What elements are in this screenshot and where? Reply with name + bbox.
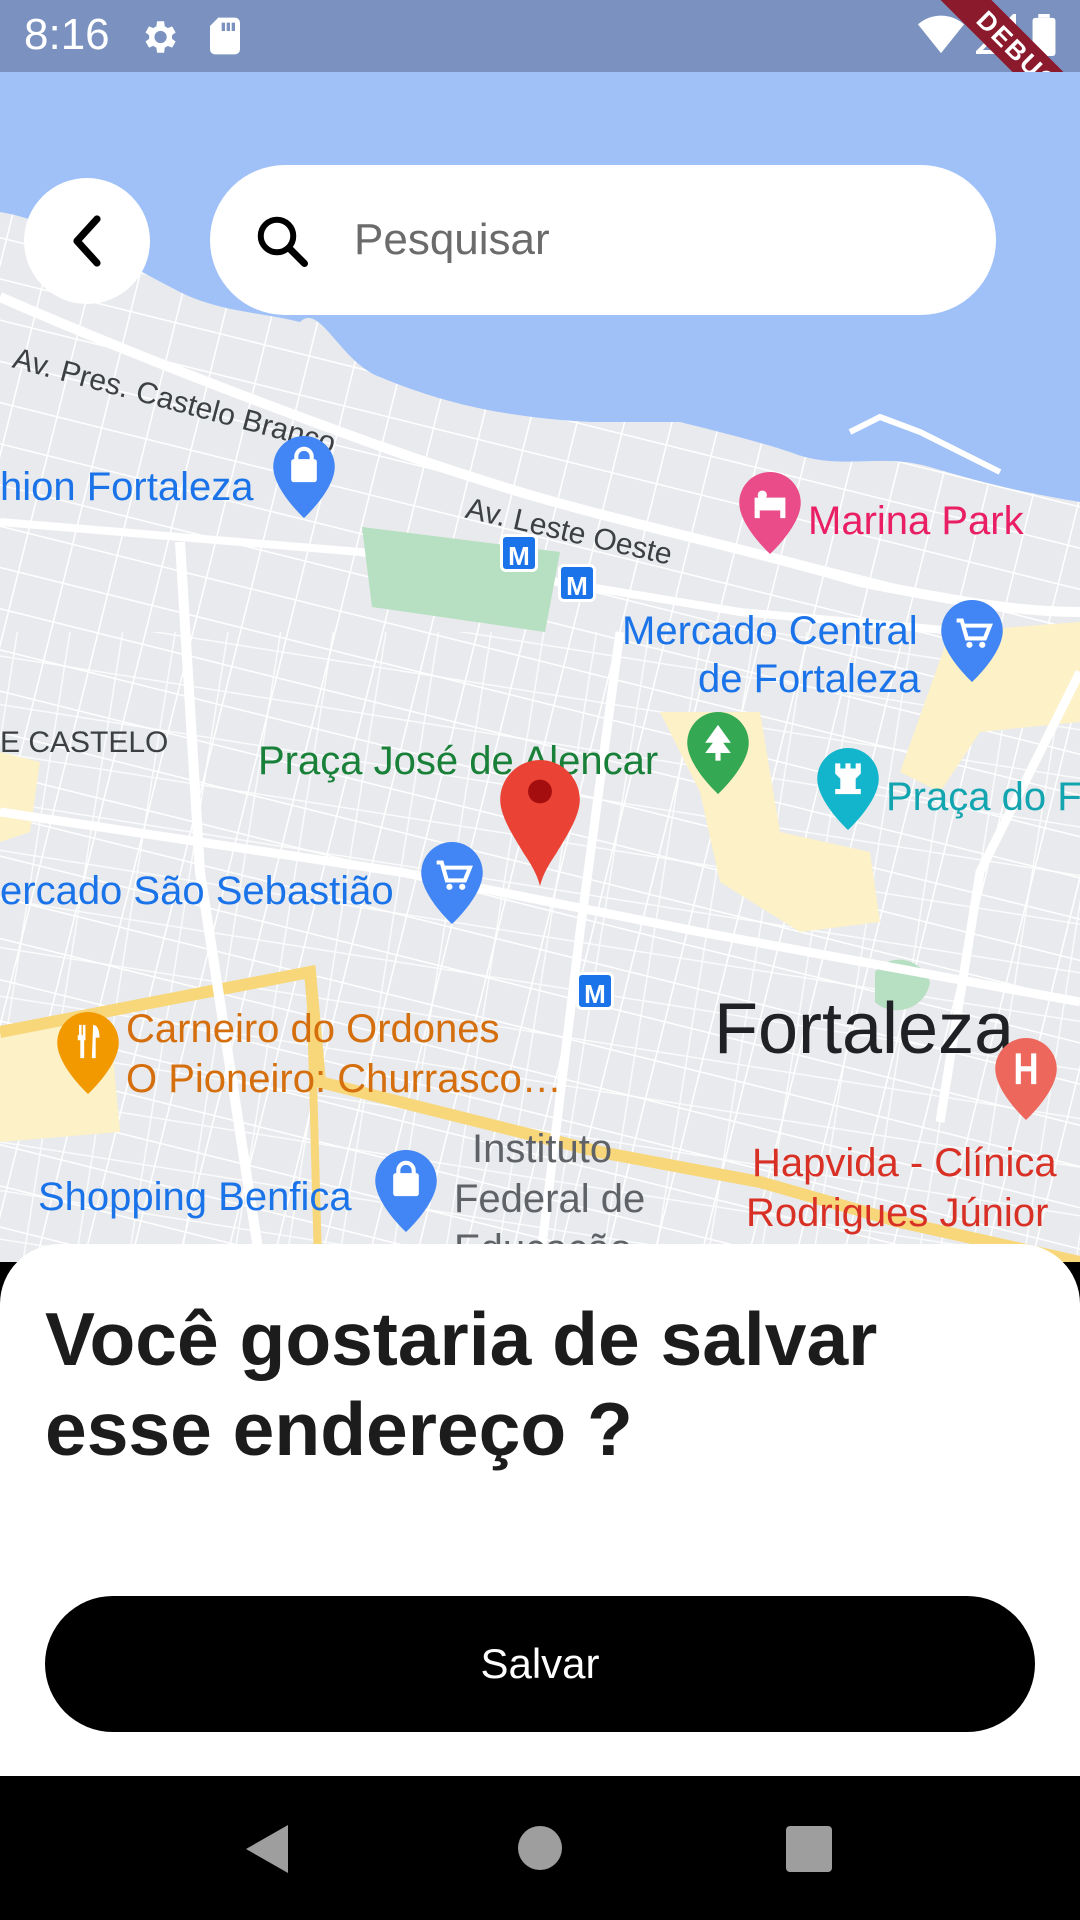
search-icon xyxy=(257,216,308,267)
search-input[interactable] xyxy=(354,205,954,275)
poi-label-instituto-1[interactable]: Instituto xyxy=(472,1126,612,1172)
status-bar: 8:16 DEBUG xyxy=(0,0,1080,72)
settings-icon xyxy=(145,21,176,53)
chevron-left-icon xyxy=(73,215,101,267)
poi-label-shopping-benfica[interactable]: Shopping Benfica xyxy=(38,1174,352,1220)
nav-recents-icon[interactable] xyxy=(786,1826,832,1872)
poi-label-marina-park[interactable]: Marina Park xyxy=(808,498,1024,544)
poi-label-instituto-2[interactable]: Federal de xyxy=(454,1176,645,1222)
metro-icon[interactable]: M xyxy=(558,564,596,602)
save-address-sheet: Você gostaria de salvar esse endereço ? … xyxy=(0,1244,1080,1776)
tree-icon[interactable] xyxy=(686,712,750,794)
selected-location-pin-icon[interactable] xyxy=(500,760,580,886)
save-button[interactable]: Salvar xyxy=(45,1596,1035,1732)
poi-label-hapvida-2[interactable]: Rodrigues Júnior xyxy=(746,1190,1048,1236)
poi-label-hapvida-1[interactable]: Hapvida - Clínica xyxy=(752,1140,1057,1186)
poi-label-carneiro-2[interactable]: O Pioneiro: Churrasco… xyxy=(126,1056,562,1102)
poi-label-fashion-fortaleza[interactable]: hion Fortaleza xyxy=(0,464,253,510)
city-label-fortaleza: Fortaleza xyxy=(714,989,1015,1069)
poi-label-carneiro-1[interactable]: Carneiro do Ordones xyxy=(126,1006,500,1052)
metro-icon[interactable]: M xyxy=(576,972,614,1010)
poi-label-mercado-central-1[interactable]: Mercado Central xyxy=(622,608,918,654)
nav-back-icon[interactable] xyxy=(244,1822,292,1876)
road-label-castelo: E CASTELO xyxy=(0,726,169,759)
poi-label-praca-jose-alencar[interactable]: Praça José de Alencar xyxy=(258,738,658,784)
metro-icon[interactable]: M xyxy=(500,534,538,572)
navigation-bar xyxy=(0,1776,1080,1920)
sd-card-icon xyxy=(210,17,240,55)
status-time: 8:16 xyxy=(24,10,110,59)
chess-icon[interactable] xyxy=(816,748,880,830)
search-bar[interactable] xyxy=(210,165,996,315)
restaurant-icon[interactable] xyxy=(56,1012,120,1094)
cart-icon[interactable] xyxy=(420,842,484,924)
hotel-icon[interactable] xyxy=(738,472,802,554)
poi-label-mercado-sao-sebastiao[interactable]: ercado São Sebastião xyxy=(0,868,394,914)
nav-home-icon[interactable] xyxy=(518,1826,562,1870)
wifi-icon xyxy=(918,15,964,54)
shopping-bag-icon[interactable] xyxy=(272,436,336,518)
shopping-bag-icon[interactable] xyxy=(374,1150,438,1232)
sheet-title: Você gostaria de salvar esse endereço ? xyxy=(45,1297,878,1471)
poi-label-praca-do-f[interactable]: Praça do F xyxy=(886,774,1080,820)
back-button[interactable] xyxy=(24,178,150,304)
cart-icon[interactable] xyxy=(940,600,1004,682)
poi-label-mercado-central-2[interactable]: de Fortaleza xyxy=(698,656,920,702)
hospital-icon[interactable] xyxy=(994,1038,1058,1120)
